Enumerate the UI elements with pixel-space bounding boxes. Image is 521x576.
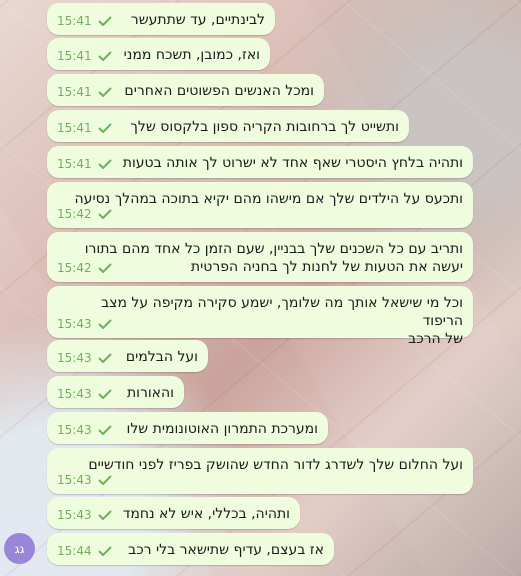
message-bubble[interactable]: ואז, כמובן, תשכח ממני 15:41 bbox=[47, 38, 270, 70]
message-bubble[interactable]: ותהיה, בכללי, איש לא נחמד 15:43 bbox=[47, 497, 300, 529]
message-bubble[interactable]: והאורות 15:43 bbox=[47, 376, 184, 408]
message-bubble[interactable]: ומערכת התמרון האוטונומית שלו 15:43 bbox=[47, 412, 328, 444]
message-meta: 15:41 bbox=[57, 47, 112, 65]
message-bubble[interactable]: ועל החלום שלך לשדרג לדור החדש שהושק בפרי… bbox=[47, 448, 473, 494]
message-time: 15:44 bbox=[57, 544, 92, 558]
message-meta: 15:44 bbox=[57, 542, 112, 560]
message-bubble[interactable]: ותשייט לך ברחובות הקריה ספון בלקסוס שלך … bbox=[47, 110, 409, 142]
message-bubble[interactable]: ותהיה בלחץ היסטרי שאף אחד לא ישרוט לך או… bbox=[47, 146, 473, 178]
single-check-icon bbox=[97, 353, 112, 363]
message-meta: 15:42 bbox=[57, 259, 112, 277]
single-check-icon bbox=[97, 263, 112, 273]
single-check-icon bbox=[97, 546, 112, 556]
message-meta: 15:41 bbox=[57, 119, 112, 137]
message-meta: 15:42 bbox=[57, 205, 112, 223]
single-check-icon bbox=[97, 209, 112, 219]
message-bubble[interactable]: ותכעס על הילדים שלך אם מישהו מהם יקיא בת… bbox=[47, 182, 473, 228]
single-check-icon bbox=[97, 159, 112, 169]
message-time: 15:43 bbox=[57, 508, 92, 522]
single-check-icon bbox=[97, 319, 112, 329]
message-time: 15:42 bbox=[57, 207, 92, 221]
message-text: ועל החלום שלך לשדרג לדור החדש שהושק בפרי… bbox=[88, 457, 463, 473]
avatar[interactable]: גג bbox=[4, 533, 35, 564]
message-bubble[interactable]: ומכל האנשים הפשוטים האחרים 15:41 bbox=[47, 74, 324, 106]
message-meta: 15:43 bbox=[57, 385, 112, 403]
message-time: 15:41 bbox=[57, 157, 92, 171]
message-bubble[interactable]: לבינתיים, עד שתתעשר 15:41 bbox=[47, 3, 275, 35]
single-check-icon bbox=[97, 389, 112, 399]
single-check-icon bbox=[97, 87, 112, 97]
single-check-icon bbox=[97, 123, 112, 133]
message-time: 15:43 bbox=[57, 351, 92, 365]
message-bubble[interactable]: וכל מי שישאל אותך מה שלומך, ישמע סקירה מ… bbox=[47, 286, 473, 347]
message-time: 15:43 bbox=[57, 317, 92, 331]
single-check-icon bbox=[97, 51, 112, 61]
message-bubble[interactable]: אז בעצם, עדיף שתישאר בלי רכב 15:44 bbox=[47, 533, 334, 565]
message-time: 15:42 bbox=[57, 261, 92, 275]
single-check-icon bbox=[97, 510, 112, 520]
message-meta: 15:41 bbox=[57, 83, 112, 101]
message-time: 15:43 bbox=[57, 473, 92, 487]
single-check-icon bbox=[97, 475, 112, 485]
message-meta: 15:43 bbox=[57, 506, 112, 524]
message-text: ותהיה בלחץ היסטרי שאף אחד לא ישרוט לך או… bbox=[122, 155, 463, 171]
message-bubble[interactable]: ותריב עם כל השכנים שלך בבניין, שעם הזמן … bbox=[47, 232, 473, 282]
message-meta: 15:43 bbox=[57, 421, 112, 439]
message-bubble[interactable]: ועל הבלמים 15:43 bbox=[47, 340, 208, 372]
message-time: 15:41 bbox=[57, 121, 92, 135]
message-text: ותכעס על הילדים שלך אם מישהו מהם יקיא בת… bbox=[74, 191, 463, 207]
message-meta: 15:43 bbox=[57, 315, 112, 333]
message-meta: 15:43 bbox=[57, 349, 112, 367]
single-check-icon bbox=[97, 16, 112, 26]
message-meta: 15:43 bbox=[57, 471, 112, 489]
message-time: 15:41 bbox=[57, 49, 92, 63]
message-time: 15:43 bbox=[57, 387, 92, 401]
message-time: 15:41 bbox=[57, 14, 92, 28]
message-meta: 15:41 bbox=[57, 155, 112, 173]
message-meta: 15:41 bbox=[57, 12, 112, 30]
message-time: 15:41 bbox=[57, 85, 92, 99]
single-check-icon bbox=[97, 425, 112, 435]
avatar-initials: גג bbox=[14, 541, 25, 556]
message-time: 15:43 bbox=[57, 423, 92, 437]
message-text: ותריב עם כל השכנים שלך בבניין, שעם הזמן … bbox=[84, 241, 463, 275]
